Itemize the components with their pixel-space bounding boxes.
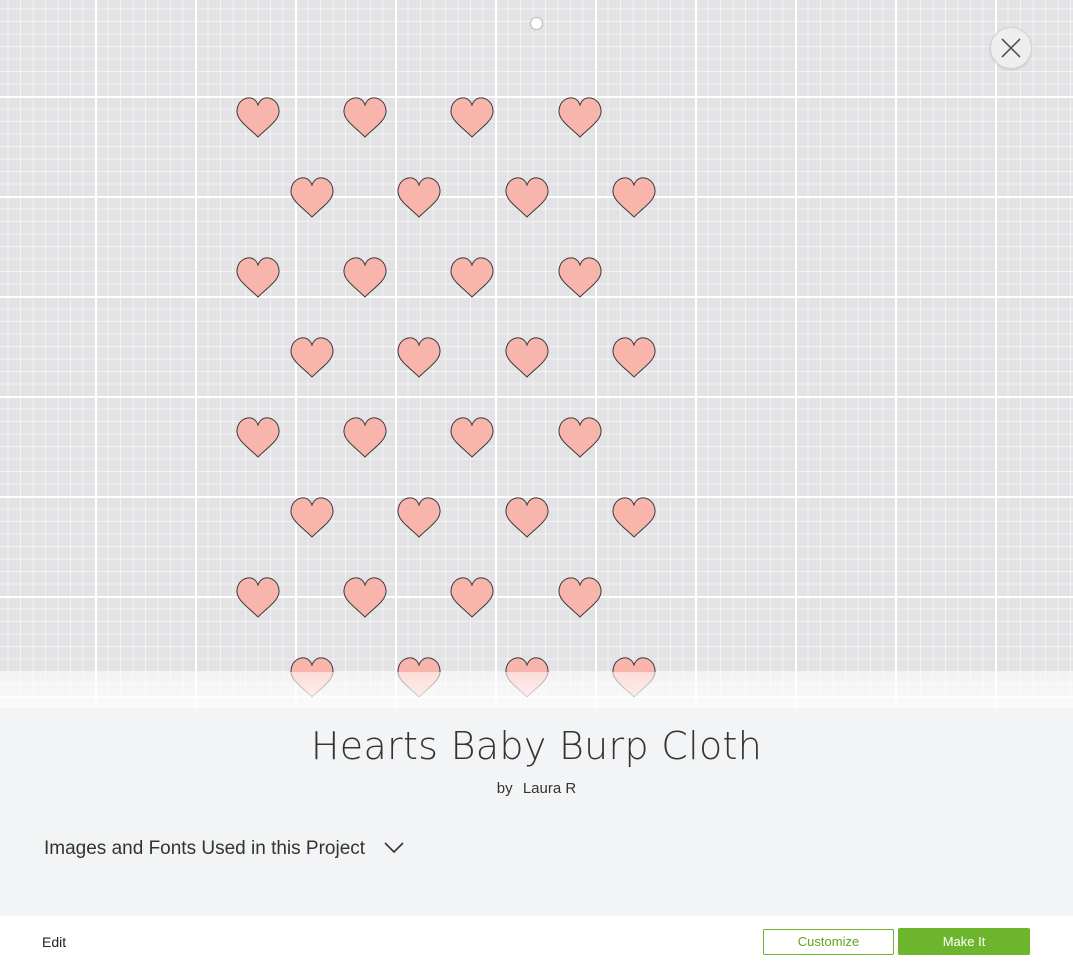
make-it-button[interactable]: Make It: [898, 928, 1030, 955]
heart-shape: [612, 177, 656, 218]
project-info-panel: Hearts Baby Burp Cloth by Laura R Images…: [0, 708, 1073, 916]
heart-shape: [343, 257, 387, 298]
heart-shape: [558, 417, 602, 458]
images-fonts-toggle[interactable]: Images and Fonts Used in this Project: [44, 838, 405, 860]
heart-shape: [343, 417, 387, 458]
heart-shape: [450, 97, 494, 138]
heart-shape: [397, 177, 441, 218]
action-footer: Edit Customize Make It: [0, 916, 1073, 964]
heart-shape: [236, 577, 280, 618]
heart-shape: [612, 337, 656, 378]
heart-shape: [236, 97, 280, 138]
heart-shape: [505, 497, 549, 538]
hearts-pattern: [236, 97, 656, 698]
heart-shape: [343, 577, 387, 618]
heart-shape: [558, 257, 602, 298]
author-name: Laura R: [522, 780, 577, 797]
heart-shape: [343, 97, 387, 138]
by-label: by: [496, 780, 513, 797]
chevron-down-icon: [383, 840, 405, 859]
close-icon: [1001, 38, 1021, 58]
close-button[interactable]: [990, 27, 1032, 69]
heart-shape: [450, 257, 494, 298]
heart-shape: [397, 497, 441, 538]
images-fonts-label: Images and Fonts Used in this Project: [44, 838, 366, 859]
heart-shape: [450, 417, 494, 458]
heart-shape: [236, 257, 280, 298]
heart-shape: [290, 177, 334, 218]
heart-shape: [558, 97, 602, 138]
edit-button[interactable]: Edit: [42, 934, 66, 950]
heart-shape: [236, 417, 280, 458]
heart-shape: [505, 177, 549, 218]
heart-shape: [612, 497, 656, 538]
project-preview-page: Hearts Baby Burp Cloth by Laura R Images…: [0, 0, 1073, 964]
heart-shape: [450, 577, 494, 618]
customize-button[interactable]: Customize: [763, 929, 894, 955]
heart-shape: [290, 497, 334, 538]
heart-shape: [290, 337, 334, 378]
mat-top-handle: [530, 17, 543, 30]
preview-fade-overlay: [0, 672, 1073, 708]
mat-preview-canvas: [0, 0, 1073, 708]
project-author-line: by Laura R: [0, 780, 1073, 797]
heart-shape: [558, 577, 602, 618]
heart-shape: [505, 337, 549, 378]
heart-shape: [397, 337, 441, 378]
project-title: Hearts Baby Burp Cloth: [310, 724, 763, 768]
